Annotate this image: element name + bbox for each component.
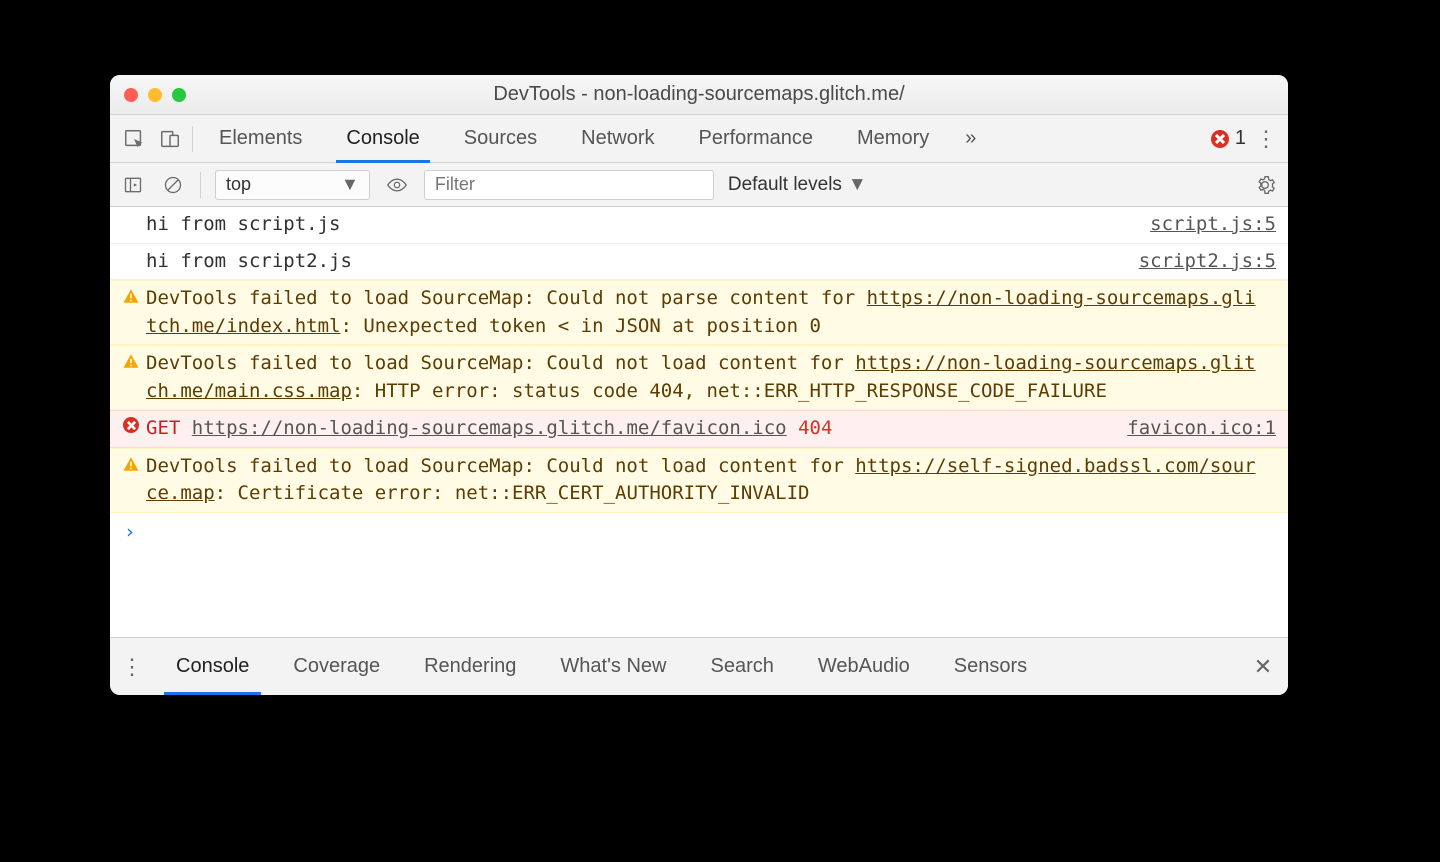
url-link[interactable]: https://non-loading-sourcemaps.glitch.me…: [192, 417, 787, 439]
titlebar: DevTools - non-loading-sourcemaps.glitch…: [110, 75, 1288, 115]
error-icon: [1211, 130, 1229, 148]
console-row: hi from script2.js script2.js:5: [110, 244, 1288, 281]
device-toolbar-icon[interactable]: [156, 125, 184, 153]
drawer-tab-console[interactable]: Console: [154, 638, 271, 695]
inspect-element-icon[interactable]: [120, 125, 148, 153]
filter-input[interactable]: [424, 170, 714, 200]
log-text: hi from script.js: [146, 211, 1150, 239]
drawer-tabbar: ⋮ Console Coverage Rendering What's New …: [110, 637, 1288, 695]
tab-memory[interactable]: Memory: [839, 115, 947, 162]
levels-label: Default levels: [728, 174, 842, 196]
clear-console-icon[interactable]: [160, 172, 186, 198]
error-count: 1: [1235, 127, 1246, 150]
error-icon: [123, 417, 139, 433]
error-count-badge[interactable]: 1: [1211, 127, 1246, 150]
devtools-window: DevTools - non-loading-sourcemaps.glitch…: [110, 75, 1288, 695]
window-title: DevTools - non-loading-sourcemaps.glitch…: [110, 83, 1288, 106]
tabs-overflow-button[interactable]: »: [955, 115, 986, 162]
context-label: top: [226, 174, 251, 195]
console-row: GET https://non-loading-sourcemaps.glitc…: [110, 410, 1288, 448]
separator: [192, 126, 193, 152]
tab-console[interactable]: Console: [328, 115, 437, 162]
warning-icon: [122, 352, 140, 370]
tab-sources[interactable]: Sources: [446, 115, 555, 162]
console-toolbar: top ▼ Default levels ▼: [110, 163, 1288, 207]
tab-network[interactable]: Network: [563, 115, 672, 162]
console-row: DevTools failed to load SourceMap: Could…: [110, 345, 1288, 410]
console-messages: hi from script.js script.js:5 hi from sc…: [110, 207, 1288, 637]
log-text: hi from script2.js: [146, 248, 1139, 276]
drawer-tab-whatsnew[interactable]: What's New: [538, 638, 688, 695]
source-link[interactable]: script2.js:5: [1139, 248, 1276, 276]
warn-text: DevTools failed to load SourceMap: Could…: [146, 453, 1276, 508]
drawer-tab-sensors[interactable]: Sensors: [932, 638, 1049, 695]
console-row: hi from script.js script.js:5: [110, 207, 1288, 244]
console-row: DevTools failed to load SourceMap: Could…: [110, 448, 1288, 513]
error-text: GET https://non-loading-sourcemaps.glitc…: [146, 415, 1127, 443]
console-settings-icon[interactable]: [1252, 172, 1278, 198]
drawer-tab-coverage[interactable]: Coverage: [271, 638, 402, 695]
drawer-tab-rendering[interactable]: Rendering: [402, 638, 538, 695]
warn-text: DevTools failed to load SourceMap: Could…: [146, 350, 1276, 405]
drawer-menu-button[interactable]: ⋮: [120, 654, 144, 680]
log-levels-selector[interactable]: Default levels ▼: [728, 174, 867, 196]
status-code: 404: [798, 417, 832, 439]
chevron-down-icon: ▼: [848, 174, 867, 196]
separator: [200, 172, 201, 198]
console-sidebar-toggle-icon[interactable]: [120, 172, 146, 198]
execution-context-selector[interactable]: top ▼: [215, 170, 370, 200]
close-drawer-button[interactable]: ✕: [1248, 654, 1278, 680]
main-tabbar: Elements Console Sources Network Perform…: [110, 115, 1288, 163]
warning-icon: [122, 455, 140, 473]
tab-performance[interactable]: Performance: [681, 115, 832, 162]
drawer-tab-search[interactable]: Search: [688, 638, 795, 695]
console-row: DevTools failed to load SourceMap: Could…: [110, 280, 1288, 345]
main-menu-button[interactable]: ⋮: [1254, 126, 1278, 152]
source-link[interactable]: script.js:5: [1150, 211, 1276, 239]
tab-elements[interactable]: Elements: [201, 115, 320, 162]
warn-text: DevTools failed to load SourceMap: Could…: [146, 285, 1276, 340]
source-link[interactable]: favicon.ico:1: [1127, 415, 1276, 443]
live-expression-icon[interactable]: [384, 172, 410, 198]
warning-icon: [122, 287, 140, 305]
drawer-tab-webaudio[interactable]: WebAudio: [796, 638, 932, 695]
chevron-down-icon: ▼: [341, 174, 359, 195]
console-prompt[interactable]: ›: [110, 513, 1288, 551]
